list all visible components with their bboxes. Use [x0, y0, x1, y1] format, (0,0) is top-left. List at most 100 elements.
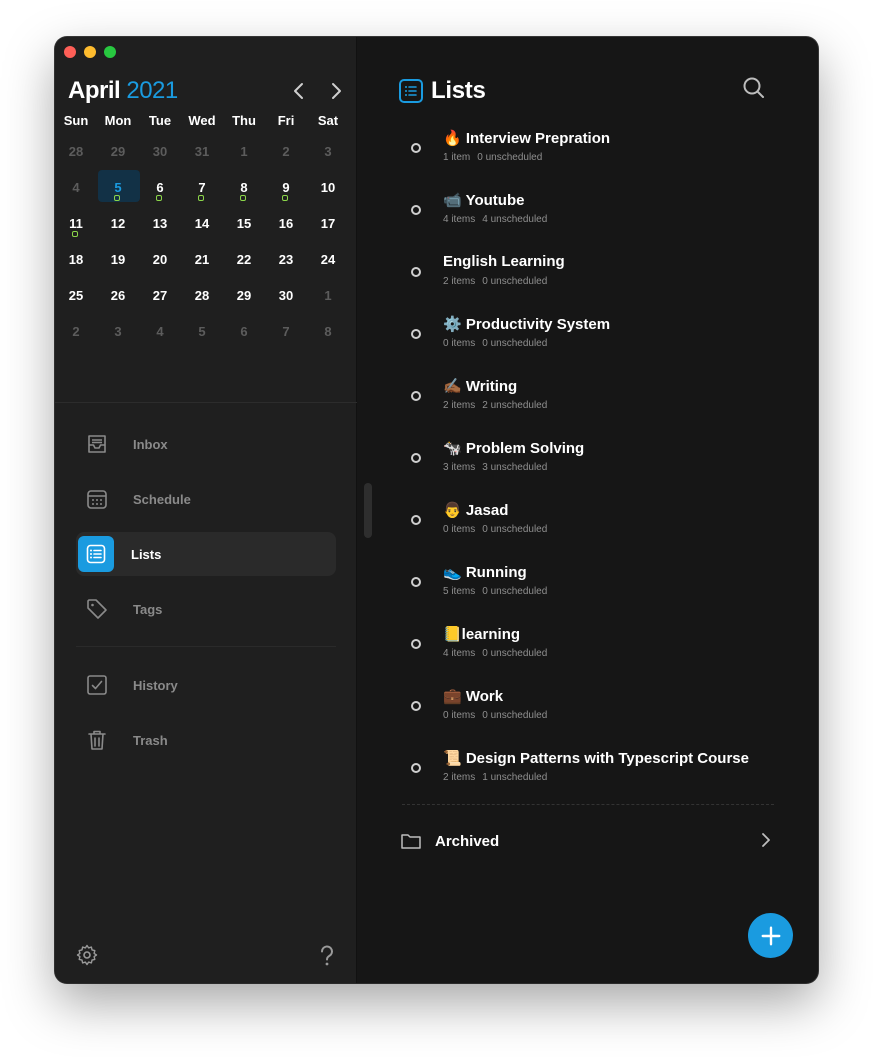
sidebar-item-schedule[interactable]: Schedule [76, 477, 336, 521]
list-item[interactable]: 📒learning 4 items 0 unscheduled [401, 625, 801, 675]
calendar-week-row: 2 3 4 5 6 7 8 [55, 317, 357, 353]
calendar-day[interactable]: 16 [265, 209, 307, 245]
day-number: 11 [69, 216, 83, 231]
calendar-day[interactable]: 6 [139, 173, 181, 209]
calendar-day[interactable]: 5 [181, 317, 223, 353]
archived-label: Archived [435, 832, 500, 850]
list-status-circle[interactable] [411, 701, 421, 711]
list-item[interactable]: 💼 Work 0 items 0 unscheduled [401, 687, 801, 737]
previous-month-button[interactable] [289, 79, 309, 103]
search-button[interactable] [741, 75, 767, 101]
day-number: 6 [156, 180, 164, 195]
calendar-day[interactable]: 14 [181, 209, 223, 245]
list-status-circle[interactable] [411, 143, 421, 153]
list-unscheduled-count: 3 unscheduled [482, 462, 548, 473]
list-status-circle[interactable] [411, 515, 421, 525]
list-name: 👟 Running [443, 564, 527, 581]
list-status-circle[interactable] [411, 453, 421, 463]
list-meta: 3 items 3 unscheduled [443, 462, 547, 473]
sidebar-item-lists[interactable]: Lists [76, 532, 336, 576]
list-item[interactable]: English Learning 2 items 0 unscheduled [401, 253, 801, 303]
calendar-day[interactable]: 11 [55, 209, 97, 245]
calendar-day[interactable]: 28 [181, 281, 223, 317]
list-item[interactable]: ⚙️ Productivity System 0 items 0 unschedul… [401, 315, 801, 365]
list-name: 📒learning [443, 626, 521, 643]
calendar-day[interactable]: 4 [55, 173, 97, 209]
weekday-label: Wed [188, 113, 216, 128]
calendar-day[interactable]: 8 [223, 173, 265, 209]
list-status-circle[interactable] [411, 205, 421, 215]
calendar-day[interactable]: 28 [55, 137, 97, 173]
calendar-day[interactable]: 13 [139, 209, 181, 245]
weekday-label: Tue [148, 113, 172, 128]
calendar-day-today[interactable]: 5 [97, 170, 140, 209]
list-status-circle[interactable] [411, 577, 421, 587]
zoom-window-button[interactable] [104, 46, 116, 58]
list-item[interactable]: ✍🏾 Writing 2 items 2 unscheduled [401, 377, 801, 427]
calendar-day[interactable]: 18 [55, 245, 97, 281]
help-button[interactable] [315, 943, 339, 967]
calendar-day[interactable]: 30 [265, 281, 307, 317]
calendar-day[interactable]: 6 [223, 317, 265, 353]
sidebar-item-history[interactable]: History [76, 663, 336, 707]
calendar-day[interactable]: 19 [97, 245, 139, 281]
calendar-day[interactable]: 9 [265, 173, 307, 209]
calendar-day[interactable]: 30 [139, 137, 181, 173]
archived-row[interactable]: Archived [401, 827, 771, 855]
settings-button[interactable] [75, 943, 99, 967]
calendar-day[interactable]: 23 [265, 245, 307, 281]
calendar-day[interactable]: 21 [181, 245, 223, 281]
day-number: 2 [282, 144, 290, 159]
calendar-day[interactable]: 29 [223, 281, 265, 317]
calendar-day[interactable]: 22 [223, 245, 265, 281]
list-item[interactable]: 📜 Design Patterns with Typescript Course… [401, 749, 801, 799]
calendar-day[interactable]: 27 [139, 281, 181, 317]
calendar-day[interactable]: 4 [139, 317, 181, 353]
list-status-circle[interactable] [411, 391, 421, 401]
day-number: 4 [156, 324, 164, 339]
calendar-day[interactable]: 31 [181, 137, 223, 173]
list-name: 🐄 Problem Solving [443, 440, 585, 457]
list-status-circle[interactable] [411, 763, 421, 773]
calendar-day[interactable]: 1 [307, 281, 349, 317]
sidebar-item-tags[interactable]: Tags [76, 587, 336, 631]
calendar-day[interactable]: 26 [97, 281, 139, 317]
day-number: 27 [152, 288, 168, 303]
day-number: 5 [114, 180, 122, 195]
calendar-day[interactable]: 2 [265, 137, 307, 173]
add-list-button[interactable] [748, 913, 793, 958]
calendar-day[interactable]: 7 [181, 173, 223, 209]
calendar-day[interactable]: 10 [307, 173, 349, 209]
calendar-day[interactable]: 24 [307, 245, 349, 281]
list-status-circle[interactable] [411, 267, 421, 277]
calendar-day[interactable]: 15 [223, 209, 265, 245]
calendar-day[interactable]: 1 [223, 137, 265, 173]
list-name: ⚙️ Productivity System [443, 316, 611, 333]
next-month-button[interactable] [326, 79, 346, 103]
calendar-day[interactable]: 7 [265, 317, 307, 353]
calendar-day[interactable]: 8 [307, 317, 349, 353]
calendar-day[interactable]: 29 [97, 137, 139, 173]
minimize-window-button[interactable] [84, 46, 96, 58]
calendar-day[interactable]: 17 [307, 209, 349, 245]
list-item[interactable]: 📹 Youtube 4 items 4 unscheduled [401, 191, 801, 241]
calendar-day[interactable]: 3 [97, 317, 139, 353]
list-status-circle[interactable] [411, 639, 421, 649]
calendar-day[interactable]: 12 [97, 209, 139, 245]
calendar-day[interactable]: 2 [55, 317, 97, 353]
day-number: 10 [320, 180, 336, 195]
list-unscheduled-count: 0 unscheduled [482, 276, 548, 287]
day-number: 7 [282, 324, 290, 339]
list-item[interactable]: 👟 Running 5 items 0 unscheduled [401, 563, 801, 613]
list-status-circle[interactable] [411, 329, 421, 339]
sidebar-item-label: History [133, 677, 178, 693]
calendar-day[interactable]: 20 [139, 245, 181, 281]
calendar-day[interactable]: 25 [55, 281, 97, 317]
sidebar-item-inbox[interactable]: Inbox [76, 422, 336, 466]
list-item[interactable]: 🐄 Problem Solving 3 items 3 unscheduled [401, 439, 801, 489]
close-window-button[interactable] [64, 46, 76, 58]
calendar-day[interactable]: 3 [307, 137, 349, 173]
list-item[interactable]: 🔥 Interview Prepration 1 item 0 unschedule… [401, 129, 801, 179]
sidebar-item-trash[interactable]: Trash [76, 718, 336, 762]
list-item[interactable]: 👨 Jasad 0 items 0 unscheduled [401, 501, 801, 551]
